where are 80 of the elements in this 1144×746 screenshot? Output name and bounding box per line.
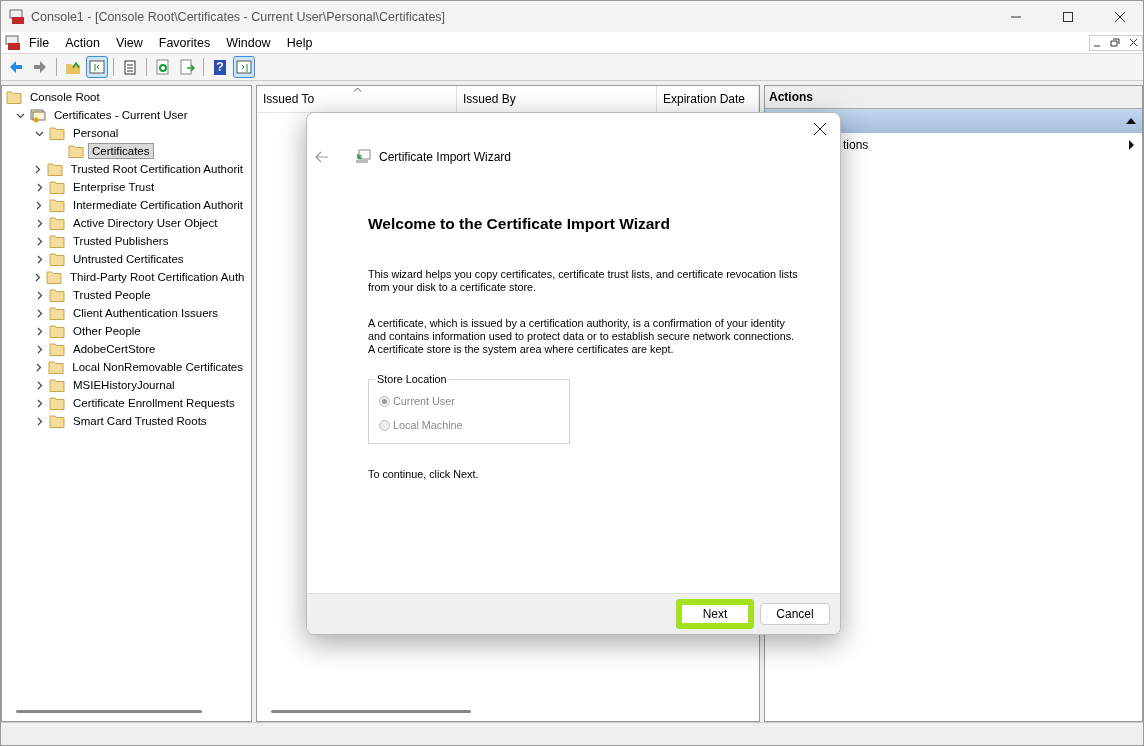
actions-menu-entry[interactable]: tions — [843, 138, 869, 152]
scrollbar-thumb[interactable] — [271, 710, 471, 713]
tree-item[interactable]: Certificates — [88, 143, 154, 159]
wizard-paragraph: A certificate, which is issued by a certification authority, is a confirmation of your identity and contains information used to protect data or to establish secure network connections. A certificate store is the system area where certificates are kept. — [368, 317, 796, 356]
wizard-heading: Welcome to the Certificate Import Wizard — [368, 215, 671, 233]
folder-up-icon — [65, 59, 81, 75]
tree-item[interactable]: Personal — [69, 125, 123, 141]
folder-icon — [49, 216, 65, 230]
certificate-import-icon — [355, 149, 371, 165]
folder-icon — [48, 198, 65, 212]
tree-item[interactable]: Trusted Publishers — [69, 233, 173, 249]
tree-item[interactable]: Smart Card Trusted Roots — [69, 413, 211, 429]
folder-icon — [6, 90, 22, 104]
tree-pane-icon — [89, 59, 105, 75]
chevron-right-icon[interactable] — [34, 200, 44, 210]
folder-icon — [49, 306, 65, 320]
app-icon[interactable] — [5, 34, 21, 51]
tree-item[interactable]: Certificates - Current User — [50, 107, 192, 123]
folder-icon — [49, 414, 65, 428]
folder-icon — [48, 360, 65, 374]
folder-icon — [49, 378, 65, 392]
menu-item[interactable]: Window — [218, 35, 279, 50]
certificate-icon — [30, 107, 46, 123]
cancel-button[interactable]: Cancel — [760, 603, 830, 625]
folder-icon — [49, 324, 65, 338]
tree-item[interactable]: Certificate Enrollment Requests — [69, 395, 239, 411]
folder-icon — [49, 126, 65, 140]
back-arrow-icon — [8, 59, 24, 75]
tree-item[interactable]: Local NonRemovable Certificates — [68, 359, 247, 375]
dialog-title: Certificate Import Wizard — [379, 150, 512, 164]
chevron-right-icon[interactable] — [33, 164, 43, 174]
help-button[interactable]: ? — [209, 56, 231, 78]
close-icon — [1115, 11, 1125, 22]
actions-header: Actions — [765, 86, 1142, 109]
tree-item[interactable]: Console Root — [26, 89, 104, 105]
refresh-icon — [155, 59, 171, 75]
chevron-right-icon[interactable] — [34, 362, 44, 372]
action-pane-icon — [236, 59, 252, 75]
tree-pane-button[interactable] — [86, 56, 108, 78]
close-icon — [814, 123, 826, 135]
menu-item[interactable]: File — [21, 35, 58, 50]
tree-item[interactable]: Intermediate Certification Authorit — [68, 197, 247, 213]
menu-item[interactable]: Help — [278, 35, 321, 50]
tree-item[interactable]: Untrusted Certificates — [69, 251, 188, 267]
menu-item[interactable]: Favorites — [150, 35, 219, 50]
folder-icon — [49, 342, 65, 356]
folder-icon — [68, 144, 84, 158]
folder-icon — [49, 234, 65, 248]
tree-item[interactable]: MSIEHistoryJournal — [69, 377, 179, 393]
tree-item[interactable]: Active Directory User Object — [69, 215, 222, 231]
folder-icon — [49, 288, 65, 302]
tree-item[interactable]: Third-Party Root Certification Auth — [66, 269, 249, 285]
tree-item[interactable]: Trusted Root Certification Authorit — [66, 161, 247, 177]
folder-icon — [46, 162, 63, 176]
next-button[interactable]: Next — [676, 599, 754, 629]
folder-icon — [49, 252, 65, 266]
clipboard-icon — [122, 59, 138, 75]
menu-item[interactable]: Action — [57, 35, 108, 50]
forward-arrow-icon — [32, 59, 48, 75]
scrollbar-thumb[interactable] — [16, 710, 202, 713]
folder-icon — [49, 396, 65, 410]
submenu-arrow-icon — [1129, 140, 1134, 150]
app-icon — [9, 8, 25, 25]
tree-item[interactable]: Enterprise Trust — [69, 179, 159, 195]
window-title: Console1 - [Console Root\Certificates - Current User\Personal\Certificates] — [31, 9, 447, 24]
export-list-icon — [179, 59, 195, 75]
menu-item[interactable]: View — [107, 35, 151, 50]
chevron-right-icon[interactable] — [33, 272, 42, 282]
tree-item[interactable]: Client Authentication Issuers — [69, 305, 223, 321]
group-label: Store Location — [376, 373, 448, 385]
back-arrow-icon[interactable] — [315, 151, 329, 163]
folder-icon — [49, 180, 65, 194]
tree-item[interactable]: Trusted People — [69, 287, 155, 303]
tree-item[interactable]: Other People — [69, 323, 145, 339]
folder-icon — [46, 270, 62, 284]
instruction-text: To continue, click Next. — [368, 468, 480, 480]
wizard-paragraph: This wizard helps you copy certificates, certificate trust lists, and certificate revocation lists from your disk to a certificate store. — [368, 268, 799, 294]
tree-item[interactable]: AdobeCertStore — [69, 341, 160, 357]
maximize-icon — [1063, 11, 1073, 22]
action-pane-button[interactable] — [233, 56, 255, 78]
